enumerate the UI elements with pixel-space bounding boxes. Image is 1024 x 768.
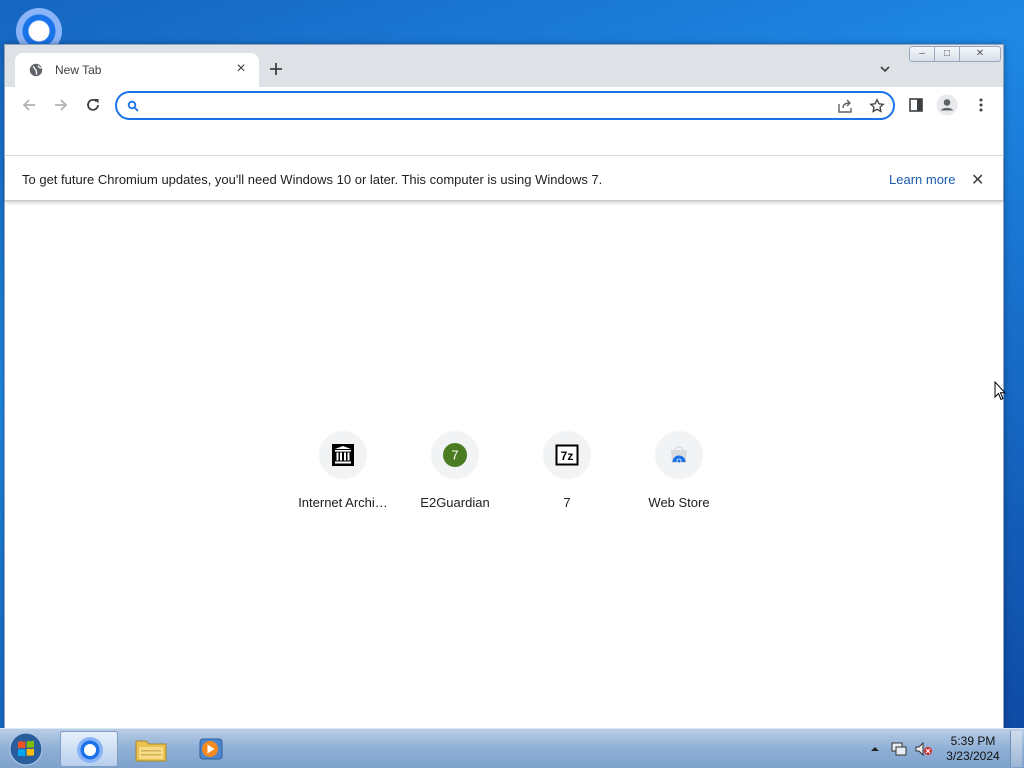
clock-date: 3/23/2024 <box>946 749 1000 763</box>
shortcut-7zip[interactable]: 7z 7 <box>511 431 623 521</box>
reload-icon[interactable] <box>84 96 102 114</box>
globe-icon <box>29 63 43 77</box>
tab-search-chevron-icon[interactable] <box>879 63 891 75</box>
taskbar-chromium[interactable] <box>60 731 118 767</box>
shortcut-internet-archive[interactable]: Internet Archi… <box>287 431 399 521</box>
internet-archive-icon <box>332 444 354 466</box>
toolbar <box>5 87 1003 123</box>
clock-time: 5:39 PM <box>950 734 996 748</box>
shortcut-label: Internet Archi… <box>298 495 388 510</box>
taskbar-clock[interactable]: 5:39 PM 3/23/2024 <box>940 734 1006 764</box>
back-arrow-icon[interactable] <box>20 96 38 114</box>
tab-title: New Tab <box>55 63 102 77</box>
infobar-close-button[interactable]: ✕ <box>971 170 984 190</box>
shortcut-icon-circle: 7 <box>431 431 479 479</box>
shortcut-grid: Internet Archi… 7 E2Guardian 7z 7 Web St… <box>287 431 735 521</box>
close-window-label: ✕ <box>975 48 985 59</box>
tab-new-tab[interactable]: New Tab × <box>15 53 259 87</box>
e2guardian-badge: 7 <box>451 448 458 463</box>
system-tray <box>871 741 932 757</box>
omnibox-input[interactable] <box>147 96 827 116</box>
chromium-icon <box>77 737 103 763</box>
desktop-chromium-icon[interactable] <box>14 6 64 46</box>
close-window-button[interactable]: ✕ <box>959 46 1001 62</box>
shortcut-icon-circle <box>655 431 703 479</box>
taskbar-media-player[interactable] <box>182 731 240 767</box>
shortcut-label: E2Guardian <box>420 495 490 510</box>
maximize-label: □ <box>943 48 951 59</box>
mouse-cursor-icon <box>994 381 1006 401</box>
7zip-badge: 7z <box>561 449 574 463</box>
infobar-message: To get future Chromium updates, you'll n… <box>22 172 603 187</box>
share-icon[interactable] <box>837 98 853 114</box>
update-infobar: To get future Chromium updates, you'll n… <box>5 156 1003 201</box>
shortcut-web-store[interactable]: Web Store <box>623 431 735 521</box>
bookmark-star-icon[interactable] <box>869 98 885 114</box>
7zip-icon: 7z <box>555 444 579 466</box>
show-hidden-icons-icon[interactable] <box>871 747 879 751</box>
maximize-button[interactable]: □ <box>934 46 960 62</box>
volume-muted-icon[interactable] <box>915 741 932 757</box>
forward-arrow-icon[interactable] <box>52 96 70 114</box>
media-player-icon <box>199 738 223 760</box>
minimize-button[interactable]: – <box>909 46 935 62</box>
shortcut-label: Web Store <box>648 495 710 510</box>
show-desktop-button[interactable] <box>1010 731 1022 767</box>
taskbar-file-explorer[interactable] <box>122 731 180 767</box>
side-panel-icon[interactable] <box>907 96 925 114</box>
shortcut-icon-circle <box>319 431 367 479</box>
omnibox[interactable] <box>115 91 895 120</box>
shortcut-e2guardian[interactable]: 7 E2Guardian <box>399 431 511 521</box>
minimize-label: – <box>919 48 925 59</box>
tab-strip: New Tab × – □ ✕ <box>5 45 1003 87</box>
shortcut-icon-circle: 7z <box>543 431 591 479</box>
network-icon[interactable] <box>891 742 907 756</box>
web-store-icon <box>671 446 687 464</box>
profile-avatar-icon[interactable] <box>936 94 958 116</box>
more-menu-icon[interactable] <box>972 96 990 114</box>
e2guardian-icon: 7 <box>443 443 467 467</box>
browser-window: New Tab × – □ ✕ To get future Chromium u… <box>4 44 1004 730</box>
shortcut-label: 7 <box>563 495 571 510</box>
search-icon <box>127 100 139 112</box>
learn-more-link[interactable]: Learn more <box>889 172 955 187</box>
taskbar: 5:39 PM 3/23/2024 <box>0 728 1024 768</box>
new-tab-button[interactable] <box>267 60 285 78</box>
folder-icon <box>135 740 167 762</box>
tab-close-button[interactable]: × <box>233 61 249 77</box>
start-button[interactable] <box>6 731 46 767</box>
